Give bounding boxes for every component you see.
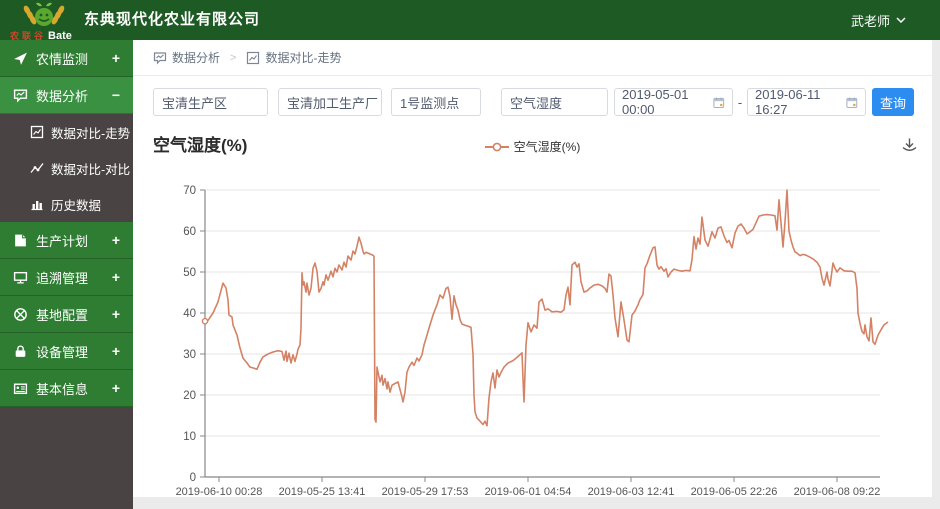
y-tick-label: 60	[183, 226, 196, 238]
compare-chart-icon	[30, 161, 44, 175]
y-tick-label: 70	[183, 185, 196, 197]
date-end-input[interactable]: 2019-06-11 16:27	[747, 87, 866, 117]
chart-title: 空气湿度(%)	[153, 136, 248, 155]
expand-toggle-icon: +	[111, 343, 120, 359]
x-tick-label: 2019-05-29 17:53	[382, 486, 469, 497]
y-tick-label: 50	[183, 267, 196, 279]
company-title: 东典现代化农业有限公司	[84, 11, 261, 28]
data-analysis-icon	[153, 51, 167, 65]
select-value: 1号监测点	[400, 95, 460, 111]
humidity-line-chart: 0 10 20 30 40 50 60 70 2019-06-10 00:28 2019-05-2…	[176, 185, 889, 497]
x-tick-label: 2019-06-03 12:41	[588, 486, 675, 497]
sidebar-subitem-label: 数据对比-走势	[51, 126, 131, 141]
history-bars-icon	[30, 197, 44, 211]
sidebar-item-label: 基本信息	[36, 381, 89, 397]
sidebar-nav: 农情监测 + 数据分析 − 数据对比-走势 数据对比-对比 历史数据 生产计划 + 追溯管理 + 基地…	[0, 40, 133, 509]
sidebar-item-production-plan[interactable]: 生产计划 +	[0, 222, 133, 259]
x-tick-label: 2019-06-10 00:28	[176, 486, 263, 497]
logo-text-cn: 农联谷	[10, 31, 47, 41]
chevron-down-icon	[896, 17, 906, 23]
select-monitor-point[interactable]: 1号监测点	[391, 88, 481, 116]
sidebar-item-device-manage[interactable]: 设备管理 +	[0, 333, 133, 370]
download-icon[interactable]	[901, 137, 918, 154]
x-tick-label: 2019-06-05 22:26	[691, 486, 778, 497]
breadcrumb: 数据分析 > 数据对比-走势	[133, 40, 932, 76]
y-tick-label: 40	[183, 308, 196, 320]
query-button[interactable]: 查询	[872, 88, 914, 116]
sidebar-item-base-config[interactable]: 基地配置 +	[0, 296, 133, 333]
expand-toggle-icon: +	[111, 380, 120, 396]
expand-toggle-icon: +	[111, 50, 120, 66]
date-range-separator: -	[737, 94, 743, 110]
trend-chart-icon	[30, 125, 44, 139]
breadcrumb-label: 数据对比-走势	[265, 51, 342, 65]
sidebar-subitem-history-data[interactable]: 历史数据	[0, 186, 133, 222]
select-value: 空气湿度	[510, 95, 563, 111]
select-factory[interactable]: 宝清加工生产厂	[278, 88, 382, 116]
select-value: 宝清生产区	[162, 95, 228, 111]
legend-line-marker	[484, 142, 509, 151]
top-header-bar: 农联谷 Bate 东典现代化农业有限公司 武老师	[0, 0, 940, 42]
x-tick-label: 2019-05-25 13:41	[279, 486, 366, 497]
y-tick-label: 0	[190, 472, 196, 484]
date-end-value: 2019-06-11 16:27	[755, 87, 821, 117]
logo-text-en: Bate	[48, 30, 72, 42]
sidebar-item-label: 基地配置	[36, 307, 89, 323]
select-production-area[interactable]: 宝清生产区	[153, 88, 268, 116]
user-menu[interactable]: 武老师	[851, 0, 906, 40]
base-config-icon	[13, 307, 28, 322]
date-start-input[interactable]: 2019-05-01 00:00	[614, 87, 733, 117]
series-start-marker	[201, 317, 209, 325]
y-tick-label: 30	[183, 349, 196, 361]
info-card-icon	[13, 381, 28, 396]
select-metric[interactable]: 空气湿度	[501, 88, 608, 116]
y-tick-label: 10	[183, 431, 196, 443]
expand-toggle-icon: +	[111, 269, 120, 285]
data-analysis-icon	[13, 88, 28, 103]
sidebar-subitem-label: 数据对比-对比	[51, 162, 131, 177]
logo-wheat-face-icon	[23, 2, 65, 26]
sidebar-item-label: 追溯管理	[36, 270, 89, 286]
humidity-series-line	[204, 189, 889, 427]
date-start-value: 2019-05-01 00:00	[622, 87, 689, 117]
user-name: 武老师	[850, 13, 890, 29]
sidebar-subitem-label: 历史数据	[51, 198, 102, 213]
sidebar-item-trace-manage[interactable]: 追溯管理 +	[0, 259, 133, 296]
legend-item-humidity[interactable]: 空气湿度(%)	[484, 138, 581, 155]
sidebar-subitem-compare-contrast[interactable]: 数据对比-对比	[0, 150, 133, 186]
device-icon	[13, 344, 28, 359]
calendar-icon	[713, 97, 725, 108]
select-value: 宝清加工生产厂	[287, 95, 379, 111]
sidebar-item-agri-monitor[interactable]: 农情监测 +	[0, 40, 133, 77]
breadcrumb-item-compare-trend[interactable]: 数据对比-走势	[246, 49, 341, 66]
sidebar-item-label: 设备管理	[36, 344, 89, 360]
filter-bar: 宝清生产区 宝清加工生产厂 1号监测点 空气湿度 2019-05-01 00:00 -…	[153, 87, 914, 117]
legend-label: 空气湿度(%)	[513, 140, 581, 154]
trend-chart-icon	[246, 51, 260, 65]
expand-toggle-icon: −	[111, 87, 120, 103]
production-plan-icon	[13, 233, 28, 248]
submenu-data-analysis: 数据对比-走势 数据对比-对比 历史数据	[0, 114, 133, 222]
calendar-icon	[846, 97, 858, 108]
expand-toggle-icon: +	[111, 306, 120, 322]
trace-monitor-icon	[13, 270, 28, 285]
breadcrumb-item-data-analysis[interactable]: 数据分析	[153, 49, 220, 66]
sidebar-item-data-analysis[interactable]: 数据分析 −	[0, 77, 133, 114]
y-tick-label: 20	[183, 390, 196, 402]
breadcrumb-label: 数据分析	[172, 51, 221, 65]
sidebar-subitem-compare-trend[interactable]: 数据对比-走势	[0, 114, 133, 150]
sidebar-item-basic-info[interactable]: 基本信息 +	[0, 370, 133, 407]
sidebar-item-label: 数据分析	[36, 88, 89, 104]
sidebar-item-label: 生产计划	[36, 233, 89, 249]
breadcrumb-separator: >	[230, 51, 237, 64]
x-tick-label: 2019-06-08 09:22	[794, 486, 881, 497]
sidebar-item-label: 农情监测	[36, 51, 89, 67]
x-tick-label: 2019-06-01 04:54	[485, 486, 572, 497]
navigation-icon	[13, 51, 28, 66]
expand-toggle-icon: +	[111, 232, 120, 248]
